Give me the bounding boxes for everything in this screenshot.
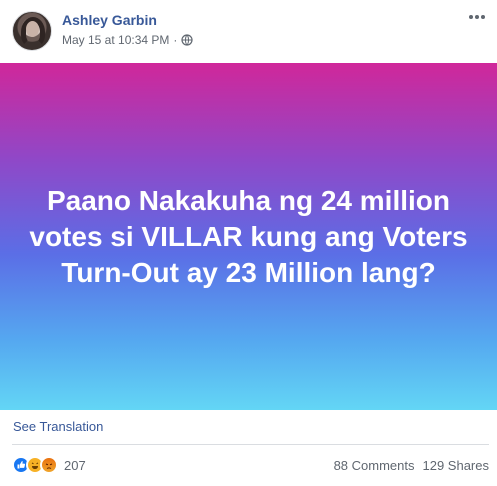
divider	[12, 444, 489, 445]
post-header: Ashley Garbin May 15 at 10:34 PM ·	[0, 0, 497, 64]
angry-icon	[40, 456, 58, 474]
banner-text: Paano Nakakuha ng 24 million votes si VI…	[29, 184, 468, 288]
shares-count[interactable]: 129 Shares	[423, 458, 490, 473]
author-name[interactable]: Ashley Garbin	[62, 12, 157, 28]
timestamp[interactable]: May 15 at 10:34 PM	[62, 33, 169, 47]
comments-count[interactable]: 88 Comments	[334, 458, 415, 473]
post-meta: May 15 at 10:34 PM ·	[62, 33, 193, 47]
engagement-stats: 88 Comments 129 Shares	[334, 458, 489, 473]
post-background-text: Paano Nakakuha ng 24 million votes si VI…	[0, 63, 497, 410]
see-translation-link[interactable]: See Translation	[13, 419, 103, 434]
globe-icon	[181, 34, 193, 46]
post-footer: 207 88 Comments 129 Shares	[12, 454, 489, 478]
avatar-face	[26, 21, 39, 37]
reactions-summary[interactable]: 207	[12, 456, 86, 474]
reaction-count[interactable]: 207	[64, 458, 86, 473]
facebook-post: Ashley Garbin May 15 at 10:34 PM · Paano…	[0, 0, 497, 486]
meta-separator: ·	[173, 33, 178, 47]
avatar[interactable]	[12, 11, 52, 51]
more-options-icon[interactable]	[467, 10, 487, 24]
